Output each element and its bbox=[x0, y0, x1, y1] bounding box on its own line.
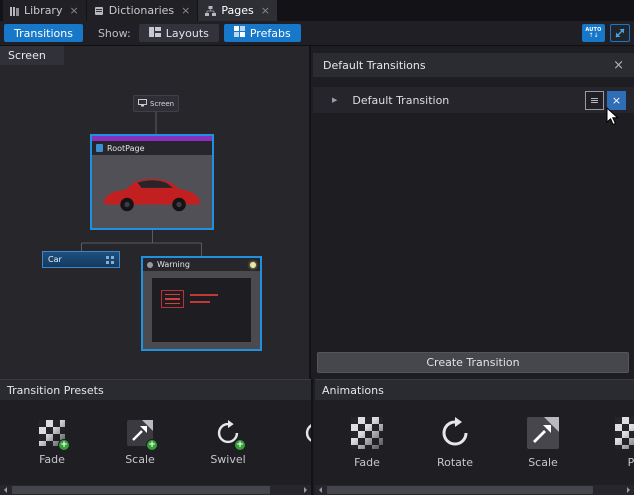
panel-header: Default Transitions × bbox=[313, 53, 634, 77]
warning-screen-image bbox=[152, 278, 251, 342]
partial-animation-icon bbox=[615, 417, 634, 449]
editor-window: Library × Dictionaries × Pages × Transit… bbox=[0, 0, 634, 495]
show-label: Show: bbox=[98, 27, 131, 40]
warning-title-bar: Warning bbox=[143, 258, 260, 271]
pages-icon bbox=[205, 6, 216, 16]
preset-fade[interactable]: + Fade bbox=[8, 420, 96, 466]
lightbulb-icon[interactable] bbox=[250, 262, 256, 268]
rootpage-thumbnail bbox=[92, 155, 212, 228]
prefabs-icon bbox=[234, 26, 245, 40]
scale-preset-icon: + bbox=[127, 420, 153, 446]
close-icon[interactable]: × bbox=[181, 4, 190, 17]
add-badge-icon: + bbox=[146, 439, 158, 451]
red-car-image bbox=[100, 170, 204, 214]
layouts-toggle-button[interactable]: Layouts bbox=[139, 24, 219, 42]
preset-swivel[interactable]: + Swivel bbox=[184, 420, 272, 466]
scrollbar-track[interactable] bbox=[11, 485, 300, 495]
scroll-left-button[interactable] bbox=[315, 485, 326, 495]
monitor-icon bbox=[138, 99, 147, 109]
grid-icon bbox=[106, 256, 114, 264]
tab-label: Library bbox=[24, 4, 62, 17]
panel-header: Animations bbox=[315, 379, 634, 400]
fade-preset-icon: + bbox=[39, 420, 65, 446]
warning-node[interactable]: Warning bbox=[141, 256, 262, 351]
transition-presets-panel: Transition Presets + Fade + Scale bbox=[0, 379, 313, 495]
fit-arrows-icon bbox=[614, 27, 626, 39]
toolbar-right-group: AUTO ↑↓ bbox=[582, 24, 630, 42]
rootpage-node[interactable]: RootPage bbox=[90, 134, 214, 230]
auto-arrange-button[interactable]: AUTO ↑↓ bbox=[582, 24, 605, 42]
horizontal-scrollbar[interactable] bbox=[0, 485, 311, 495]
panel-header: Transition Presets bbox=[0, 379, 311, 400]
swivel-preset-icon: + bbox=[215, 420, 241, 446]
create-transition-button[interactable]: Create Transition bbox=[317, 352, 629, 373]
default-transition-row[interactable]: ▶ Default Transition ≡ × bbox=[313, 87, 634, 113]
tab-dictionaries[interactable]: Dictionaries × bbox=[87, 0, 198, 21]
animation-fade[interactable]: Fade bbox=[323, 417, 411, 469]
fade-animation-icon bbox=[351, 417, 383, 449]
library-icon bbox=[10, 6, 19, 16]
page-state-icon bbox=[147, 262, 153, 268]
horizontal-scrollbar[interactable] bbox=[315, 485, 634, 495]
scroll-right-button[interactable] bbox=[623, 485, 634, 495]
panel-title: Default Transitions bbox=[323, 59, 426, 72]
delete-transition-button[interactable]: × bbox=[607, 91, 626, 110]
warning-text-line bbox=[190, 294, 218, 296]
document-tabstrip: Library × Dictionaries × Pages × bbox=[0, 0, 634, 21]
tab-label: Dictionaries bbox=[109, 4, 174, 17]
animation-rotate[interactable]: Rotate bbox=[411, 417, 499, 469]
panel-title: Transition Presets bbox=[7, 384, 104, 397]
scroll-right-button[interactable] bbox=[300, 485, 311, 495]
animations-panel: Animations Fade Rotate Scale bbox=[315, 379, 634, 495]
tab-pages[interactable]: Pages × bbox=[198, 0, 277, 21]
add-badge-icon: + bbox=[234, 439, 246, 451]
scrollbar-track[interactable] bbox=[326, 485, 623, 495]
fit-to-view-button[interactable] bbox=[610, 24, 630, 42]
tab-library[interactable]: Library × bbox=[3, 0, 86, 21]
dictionary-icon bbox=[94, 6, 104, 16]
animation-partial[interactable]: P bbox=[587, 417, 634, 469]
add-badge-icon: + bbox=[58, 439, 70, 451]
expander-icon[interactable]: ▶ bbox=[332, 96, 337, 104]
warning-text-line bbox=[190, 301, 210, 303]
layouts-icon bbox=[149, 27, 161, 40]
breadcrumb[interactable]: Screen bbox=[0, 46, 64, 65]
page-graph-canvas[interactable]: Screen Screen RootPage bbox=[0, 46, 311, 379]
preset-partial[interactable]: R bbox=[272, 420, 311, 466]
car-node[interactable]: Car bbox=[42, 251, 120, 268]
transition-name: Default Transition bbox=[352, 94, 449, 107]
close-icon[interactable]: × bbox=[69, 4, 78, 17]
scrollbar-thumb[interactable] bbox=[12, 486, 270, 494]
tab-label: Pages bbox=[221, 4, 253, 17]
scroll-left-button[interactable] bbox=[0, 485, 11, 495]
pages-toolbar: Transitions Show: Layouts Prefabs AUTO ↑… bbox=[0, 21, 634, 46]
preset-scale[interactable]: + Scale bbox=[96, 420, 184, 466]
animation-list: Fade Rotate Scale P bbox=[315, 400, 634, 485]
scale-animation-icon bbox=[527, 417, 559, 449]
animation-scale[interactable]: Scale bbox=[499, 417, 587, 469]
warning-message-box bbox=[161, 290, 184, 308]
close-icon[interactable]: × bbox=[261, 4, 270, 17]
panel-title: Animations bbox=[322, 384, 384, 397]
screen-node[interactable]: Screen bbox=[133, 95, 179, 112]
open-transition-editor-button[interactable]: ≡ bbox=[585, 91, 604, 110]
auto-arrows-icon: ↑↓ bbox=[588, 33, 598, 39]
preset-list: + Fade + Scale + Swivel bbox=[0, 400, 311, 485]
scrollbar-thumb[interactable] bbox=[327, 486, 593, 494]
partial-preset-icon bbox=[303, 420, 311, 446]
prefabs-toggle-button[interactable]: Prefabs bbox=[224, 24, 301, 42]
transitions-button[interactable]: Transitions bbox=[4, 24, 83, 42]
default-transitions-panel: Default Transitions × ▶ Default Transiti… bbox=[313, 46, 634, 379]
page-icon bbox=[96, 144, 103, 152]
close-icon[interactable]: × bbox=[613, 58, 624, 73]
rotate-animation-icon bbox=[439, 417, 471, 449]
warning-thumbnail bbox=[143, 271, 260, 349]
rootpage-title-bar: RootPage bbox=[92, 141, 212, 155]
